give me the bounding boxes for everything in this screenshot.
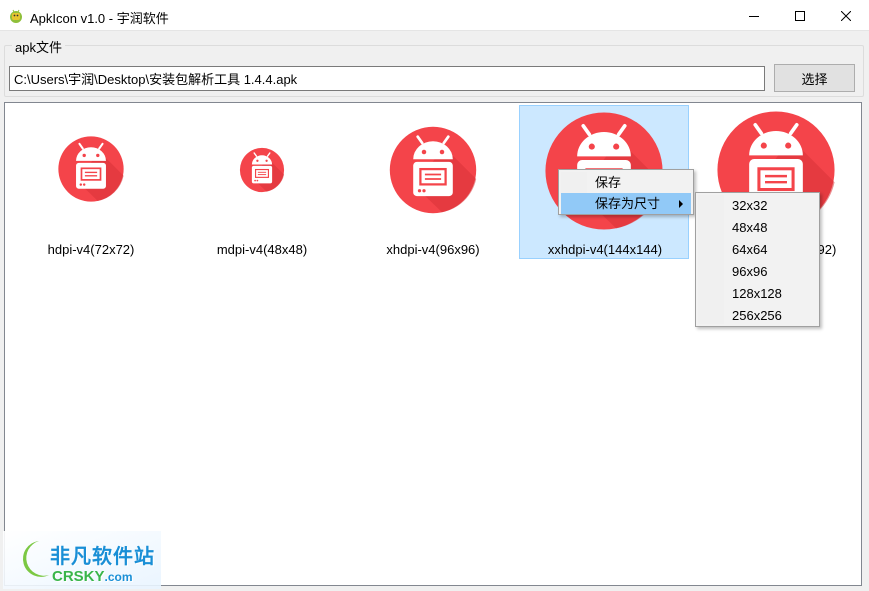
size-option-32[interactable]: 32x32 xyxy=(698,195,817,217)
android-icon xyxy=(239,147,285,193)
menu-item-save-as-size[interactable]: 保存为尺寸 xyxy=(561,193,691,214)
window-title: ApkIcon v1.0 - 宇润软件 xyxy=(30,11,169,26)
maximize-icon xyxy=(795,10,805,21)
icon-item-xhdpi[interactable]: xhdpi-v4(96x96) xyxy=(348,105,518,259)
size-submenu: 32x32 48x48 64x64 96x96 128x128 256x256 xyxy=(695,192,820,327)
watermark-en-text: CRSKY xyxy=(52,568,105,585)
size-option-256[interactable]: 256x256 xyxy=(698,305,817,327)
submenu-arrow-icon xyxy=(679,200,683,208)
close-button[interactable] xyxy=(823,0,869,31)
close-icon xyxy=(841,10,851,21)
context-menu: 保存 保存为尺寸 xyxy=(558,169,694,215)
size-option-128[interactable]: 128x128 xyxy=(698,283,817,305)
apk-path-input[interactable] xyxy=(9,66,765,91)
select-file-button[interactable]: 选择 xyxy=(774,64,855,92)
icon-label: hdpi-v4(72x72) xyxy=(47,242,135,257)
icon-item-hdpi[interactable]: hdpi-v4(72x72) xyxy=(6,105,176,259)
icon-label: xxhdpi-v4(144x144) xyxy=(547,242,663,257)
android-app-icon xyxy=(10,9,22,23)
android-icon xyxy=(389,126,477,214)
icon-label: mdpi-v4(48x48) xyxy=(216,242,308,257)
watermark-cn: 非凡软件站 xyxy=(50,546,155,568)
android-icon xyxy=(58,136,124,202)
size-option-96[interactable]: 96x96 xyxy=(698,261,817,283)
size-option-48[interactable]: 48x48 xyxy=(698,217,817,239)
minimize-icon xyxy=(749,15,759,17)
icon-label: xhdpi-v4(96x96) xyxy=(386,242,480,257)
watermark-suffix: .com xyxy=(104,570,133,584)
title-bar[interactable]: ApkIcon v1.0 - 宇润软件 xyxy=(0,0,869,31)
apk-file-group-label: apk文件 xyxy=(12,37,65,56)
maximize-button[interactable] xyxy=(777,0,823,31)
menu-item-save[interactable]: 保存 xyxy=(561,172,691,193)
icon-list-view[interactable]: hdpi-v4(72x72) mdpi-v4(48x48) xhdpi-v4(9… xyxy=(4,102,862,586)
menu-item-label: 保存为尺寸 xyxy=(595,196,661,211)
minimize-button[interactable] xyxy=(731,0,777,31)
size-option-64[interactable]: 64x64 xyxy=(698,239,817,261)
icon-item-mdpi[interactable]: mdpi-v4(48x48) xyxy=(177,105,347,259)
watermark-en: CRSKY.com xyxy=(52,568,133,585)
